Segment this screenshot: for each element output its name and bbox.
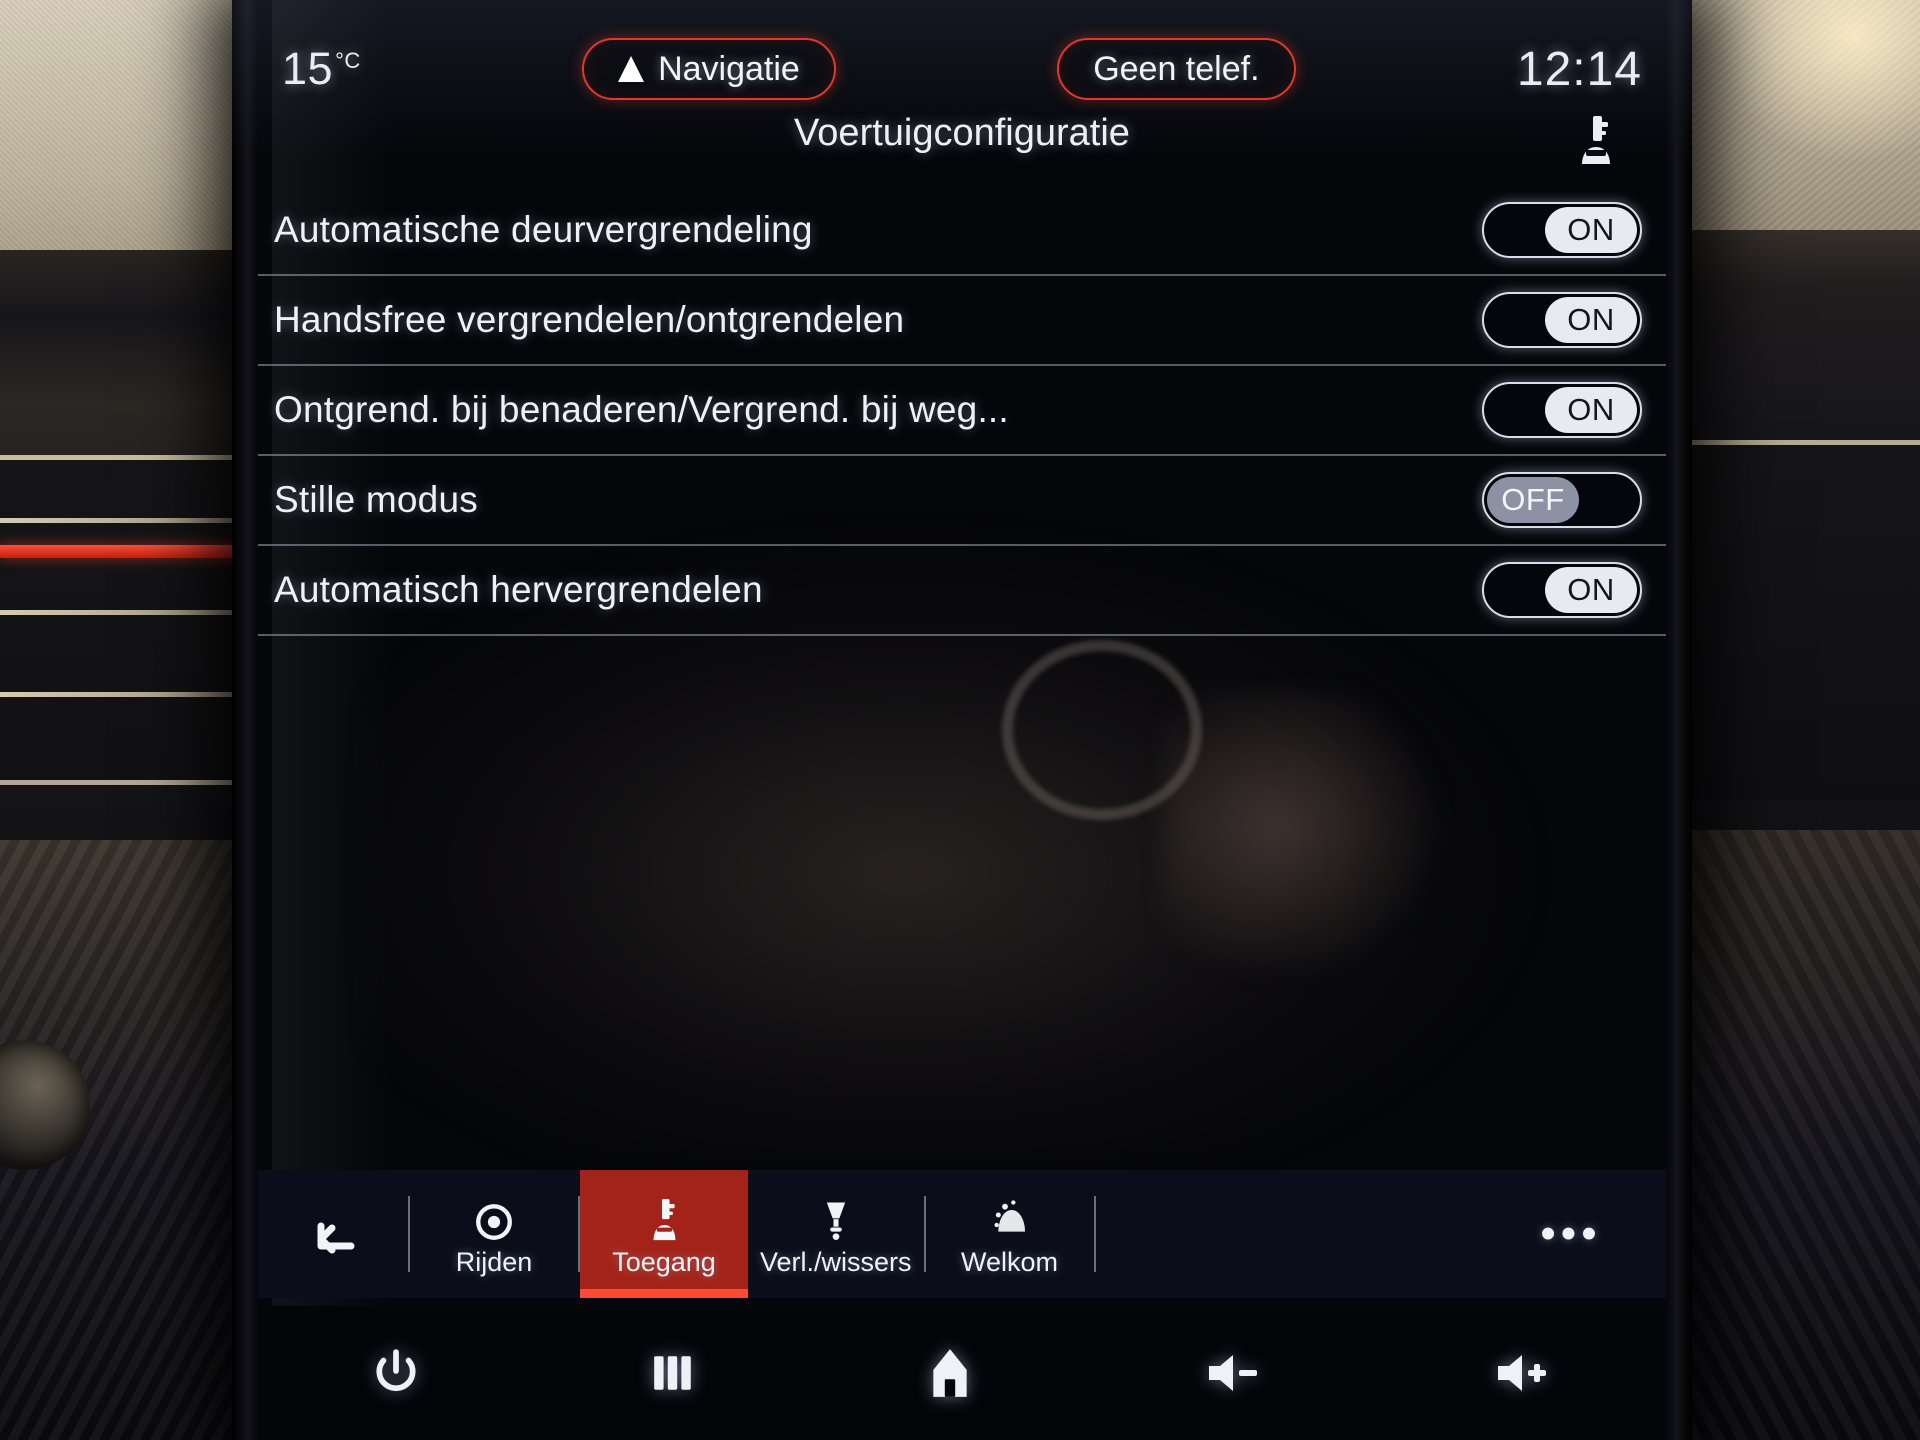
settings-list: Automatische deurvergrendeling ON Handsf… (258, 186, 1666, 636)
car-key-icon (1574, 114, 1618, 166)
tab-toegang[interactable]: Toegang (580, 1170, 748, 1298)
toggle-state-label: ON (1545, 207, 1637, 253)
tab-label: Verl./wissers (760, 1246, 912, 1277)
car-key-icon (646, 1191, 683, 1243)
more-options-button[interactable]: ••• (1476, 1170, 1666, 1298)
infotainment-ui: 15°C Navigatie Geen telef. 12:14 Voertui… (258, 0, 1666, 1440)
setting-row-handsfree-vergrendelen-ontgrendelen[interactable]: Handsfree vergrendelen/ontgrendelen ON (258, 276, 1666, 366)
tab-rijden[interactable]: Rijden (410, 1170, 578, 1298)
toggle-handsfree-vergrendelen-ontgrendelen[interactable]: ON (1482, 292, 1642, 348)
tab-spacer (1096, 1170, 1476, 1298)
ellipsis-icon: ••• (1540, 1209, 1602, 1258)
clock: 12:14 (1516, 42, 1642, 96)
navigation-label: Navigatie (658, 49, 800, 88)
toggle-state-label: ON (1545, 567, 1637, 613)
headlight-wiper-icon (816, 1191, 856, 1243)
tab-verlichting-wissers[interactable]: Verl./wissers (748, 1170, 924, 1298)
screen-bezel-right (1666, 0, 1692, 1440)
screen-bezel-left (232, 0, 258, 1440)
phone-label: Geen telef. (1093, 49, 1260, 88)
setting-label: Stille modus (274, 479, 478, 520)
steering-wheel-icon (473, 1191, 515, 1243)
toggle-state-label: OFF (1487, 477, 1579, 523)
navigation-arrow-icon (618, 56, 645, 82)
status-bar: 15°C Navigatie Geen telef. 12:14 (258, 28, 1666, 110)
apps-button[interactable] (650, 1352, 696, 1394)
toggle-state-label: ON (1545, 297, 1637, 343)
header: Voertuigconfiguratie (258, 112, 1666, 178)
back-button[interactable] (258, 1170, 408, 1298)
phone-status-button[interactable]: Geen telef. (1057, 38, 1296, 100)
temperature-unit: °C (335, 48, 361, 73)
power-button[interactable] (373, 1349, 419, 1397)
toggle-state-label: ON (1545, 387, 1637, 433)
hardware-button-bar (258, 1306, 1666, 1440)
navigation-status-button[interactable]: Navigatie (582, 38, 836, 100)
tab-label: Toegang (612, 1246, 716, 1277)
temperature-value: 15 (282, 43, 334, 94)
setting-row-automatische-deurvergrendeling[interactable]: Automatische deurvergrendeling ON (258, 186, 1666, 276)
red-accent-trim-left (0, 545, 245, 558)
toggle-ontgrendelen-bij-benaderen[interactable]: ON (1482, 382, 1642, 438)
air-vent-left (0, 455, 240, 785)
setting-label: Ontgrend. bij benaderen/Vergrend. bij we… (274, 389, 1009, 430)
setting-label: Automatische deurvergrendeling (274, 209, 813, 250)
tab-welkom[interactable]: Welkom (926, 1170, 1094, 1298)
page-title: Voertuigconfiguratie (794, 112, 1130, 154)
volume-down-button[interactable] (1204, 1351, 1262, 1395)
dashboard-leather-texture (0, 0, 260, 250)
tab-label: Welkom (961, 1246, 1059, 1277)
toggle-stille-modus[interactable]: OFF (1482, 472, 1642, 528)
welcome-light-icon (990, 1191, 1030, 1243)
setting-label: Handsfree vergrendelen/ontgrendelen (274, 299, 905, 340)
setting-row-ontgrendelen-bij-benaderen[interactable]: Ontgrend. bij benaderen/Vergrend. bij we… (258, 366, 1666, 456)
setting-label: Automatisch hervergrendelen (274, 569, 763, 610)
setting-row-automatisch-hervergrendelen[interactable]: Automatisch hervergrendelen ON (258, 546, 1666, 636)
tab-label: Rijden (455, 1246, 533, 1277)
dashboard-left-trim (0, 0, 260, 1440)
volume-up-button[interactable] (1493, 1351, 1551, 1395)
back-arrow-icon (307, 1208, 359, 1260)
outside-temperature: 15°C (282, 43, 361, 95)
dashboard-photo: 15°C Navigatie Geen telef. 12:14 Voertui… (0, 0, 1920, 1440)
toggle-automatische-deurvergrendeling[interactable]: ON (1482, 202, 1642, 258)
infotainment-display[interactable]: 15°C Navigatie Geen telef. 12:14 Voertui… (232, 0, 1692, 1440)
setting-row-stille-modus[interactable]: Stille modus OFF (258, 456, 1666, 546)
bottom-tab-bar: Rijden Toegang Verl./wissers Welkom ••• (258, 1170, 1666, 1298)
window-glare (1700, 0, 1920, 180)
toggle-automatisch-hervergrendelen[interactable]: ON (1482, 562, 1642, 618)
home-button[interactable] (927, 1347, 973, 1399)
